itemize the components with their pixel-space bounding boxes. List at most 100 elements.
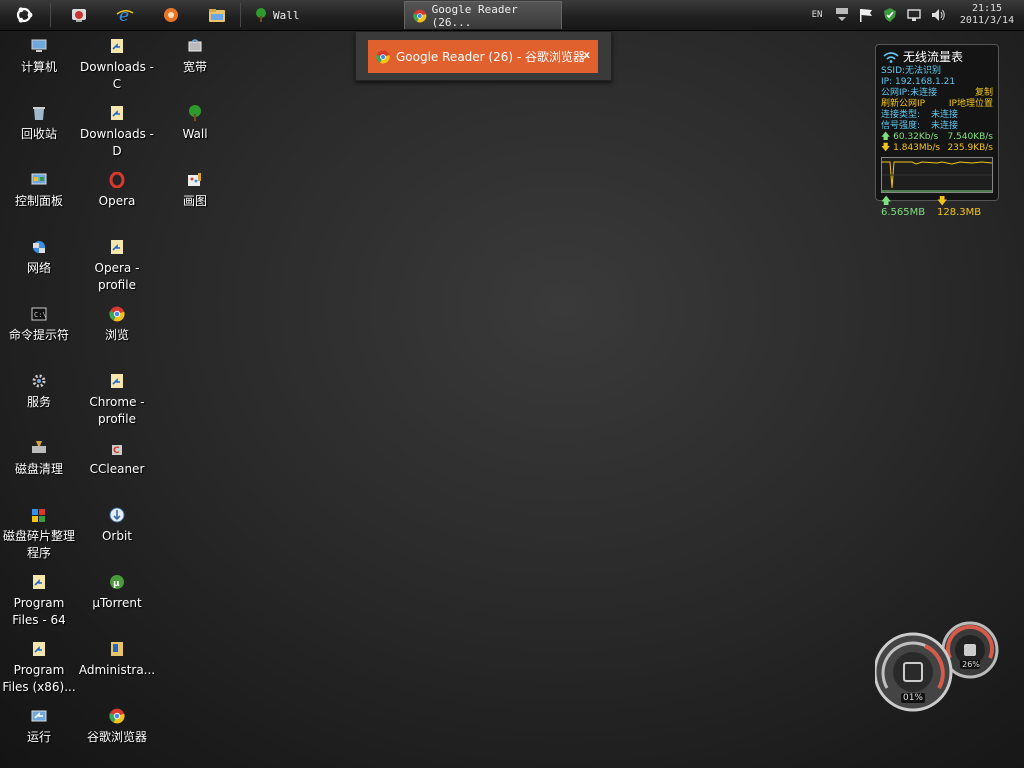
desktop-icon-recycle-bin[interactable]: 回收站: [0, 105, 78, 143]
preview-close-button[interactable]: x: [584, 50, 590, 61]
wifi-icon: [883, 52, 899, 63]
taskbar-separator: [240, 3, 241, 27]
quicklaunch-gadget[interactable]: [68, 2, 90, 28]
desktop-icon-disk-cleanup[interactable]: 磁盘清理: [0, 440, 78, 478]
desktop-icon-program-files-x86[interactable]: Program Files (x86)...: [0, 641, 78, 696]
widget-totals-row: 🡅 6.565MB 🡇 128.3MB: [881, 196, 993, 218]
folder-icon: [209, 9, 225, 22]
desktop-icon-downloads-d[interactable]: Downloads - D: [78, 105, 156, 160]
shortcut-icon: [109, 38, 125, 54]
widget-copy-button[interactable]: 复制: [975, 88, 993, 99]
desktop-icon-label: Opera - profile: [94, 261, 140, 292]
desktop-icon-wall[interactable]: Wall: [156, 105, 234, 143]
widget-up-speed-2: 7.540KB/s: [947, 132, 993, 142]
action-center-flag-icon[interactable]: [857, 6, 875, 24]
desktop-icon-ccleaner[interactable]: C CCleaner: [78, 440, 156, 478]
desktop-icon-defrag[interactable]: 磁盘碎片整理程序: [0, 507, 78, 562]
chrome-icon: [109, 306, 125, 322]
svg-text:µ: µ: [113, 579, 120, 589]
taskbar-task-wall[interactable]: Wall: [246, 1, 396, 29]
preview-window-title: Google Reader (26) - 谷歌浏览器: [396, 50, 586, 64]
start-button[interactable]: [12, 2, 36, 28]
desktop-icon-services[interactable]: 服务: [0, 373, 78, 411]
broadband-icon: [187, 38, 203, 54]
widget-total-down: 128.3MB: [937, 207, 982, 218]
widget-up-speed-1: 60.32Kb/s: [893, 132, 939, 142]
desktop-icon-computer[interactable]: 计算机: [0, 38, 78, 76]
widget-refresh-public-ip-button[interactable]: 刷新公网IP: [881, 99, 925, 110]
widget-upload-row: 🡅 60.32Kb/s 7.540KB/s: [881, 132, 993, 143]
desktop-icon-label: Orbit: [101, 529, 133, 543]
desktop-icon-label: Downloads - C: [79, 60, 155, 91]
traffic-graph: [881, 157, 993, 193]
widget-ip-location-button[interactable]: IP地理位置: [949, 99, 993, 110]
task-label: Wall: [273, 8, 300, 22]
desktop-icon-label: 计算机: [20, 60, 57, 74]
disk-cleanup-icon: [31, 440, 47, 456]
quicklaunch-explorer[interactable]: [206, 2, 228, 28]
desktop-icon-label: Opera: [98, 194, 136, 208]
desktop-icon-paint[interactable]: 画图: [156, 172, 234, 210]
folder-shortcut-icon: [109, 641, 125, 657]
cpu-meter-gadget[interactable]: 26% 01%: [873, 620, 1000, 712]
language-indicator[interactable]: EN: [807, 6, 827, 24]
utorrent-icon: µ: [109, 574, 125, 590]
desktop-icon-label: 谷歌浏览器: [86, 730, 147, 744]
down-arrow-icon: 🡇: [881, 143, 891, 153]
quicklaunch-ie[interactable]: e: [114, 2, 136, 28]
quicklaunch-browser[interactable]: [160, 2, 182, 28]
widget-title: 无线流量表: [903, 50, 964, 64]
desktop-icon-label: 磁盘碎片整理程序: [2, 529, 75, 560]
desktop-icon-label: 回收站: [20, 127, 57, 141]
desktop-icon-label: Program Files (x86)...: [2, 663, 76, 694]
taskbar-task-google-reader[interactable]: Google Reader (26...: [404, 1, 562, 29]
desktop-icon-label: 画图: [182, 194, 207, 208]
shortcut-icon: [109, 373, 125, 389]
memory-gauge-value: 26%: [962, 660, 980, 669]
desktop-icon-program-files-64[interactable]: Program Files - 64: [0, 574, 78, 629]
desktop-icon-downloads-c[interactable]: Downloads - C: [78, 38, 156, 93]
system-tray: EN 21:15 2011/3/14: [804, 0, 1024, 30]
desktop-icon-network[interactable]: 网络: [0, 239, 78, 277]
desktop-icon-label: Chrome - profile: [89, 395, 145, 426]
tray-updown-icon[interactable]: [833, 6, 851, 24]
desktop-icon-label: CCleaner: [89, 462, 145, 476]
desktop-icon-label: 网络: [26, 261, 51, 275]
wireless-traffic-widget[interactable]: 无线流量表 SSID:无法识别 IP: 192.168.1.21 公网IP:未连…: [875, 44, 999, 218]
desktop-icon-label: Downloads - D: [79, 127, 155, 158]
widget-title-row: 无线流量表: [881, 48, 993, 66]
control-panel-icon: [31, 172, 47, 188]
network-tray-icon[interactable]: [905, 6, 923, 24]
shortcut-icon: [109, 105, 125, 121]
desktop-icon-run[interactable]: 运行: [0, 708, 78, 746]
widget-public-ip: 公网IP:未连接: [881, 88, 938, 98]
volume-icon[interactable]: [929, 6, 947, 24]
clock[interactable]: 21:15 2011/3/14: [950, 3, 1024, 27]
widget-ssid: SSID:无法识别: [881, 66, 942, 76]
desktop-icon-chrome-profile[interactable]: Chrome - profile: [78, 373, 156, 428]
preview-window-item[interactable]: Google Reader (26) - 谷歌浏览器 x: [368, 40, 598, 73]
desktop-icon-control-panel[interactable]: 控制面板: [0, 172, 78, 210]
desktop-icon-administrator[interactable]: Administra...: [78, 641, 156, 679]
widget-conn-type-value: 未连接: [931, 110, 959, 120]
desktop-icon-browse[interactable]: 浏览: [78, 306, 156, 344]
desktop-icon-orbit[interactable]: Orbit: [78, 507, 156, 545]
desktop-icon-label: 控制面板: [14, 194, 63, 208]
desktop-icon-cmd[interactable]: C:\ 命令提示符: [0, 306, 78, 344]
desktop-icon-opera-profile[interactable]: Opera - profile: [78, 239, 156, 294]
desktop-icon-label: 运行: [26, 730, 51, 744]
security-shield-icon[interactable]: [881, 6, 899, 24]
desktop-icon-broadband[interactable]: 宽带: [156, 38, 234, 76]
widget-total-up: 6.565MB: [881, 207, 926, 218]
widget-down-speed-2: 235.9KB/s: [947, 143, 993, 153]
desktop-icon-utorrent[interactable]: µ µTorrent: [78, 574, 156, 612]
svg-text:C: C: [113, 446, 120, 456]
widget-download-row: 🡇 1.843Mb/s 235.9KB/s: [881, 143, 993, 154]
tree-icon: [187, 105, 203, 121]
internet-explorer-icon: e: [116, 6, 134, 24]
widget-ip: IP: 192.168.1.21: [881, 77, 956, 87]
desktop-icon-opera[interactable]: Opera: [78, 171, 156, 210]
desktop-icon-google-chrome[interactable]: 谷歌浏览器: [78, 708, 156, 746]
svg-text:e: e: [119, 6, 129, 24]
taskbar-separator: [50, 3, 51, 27]
